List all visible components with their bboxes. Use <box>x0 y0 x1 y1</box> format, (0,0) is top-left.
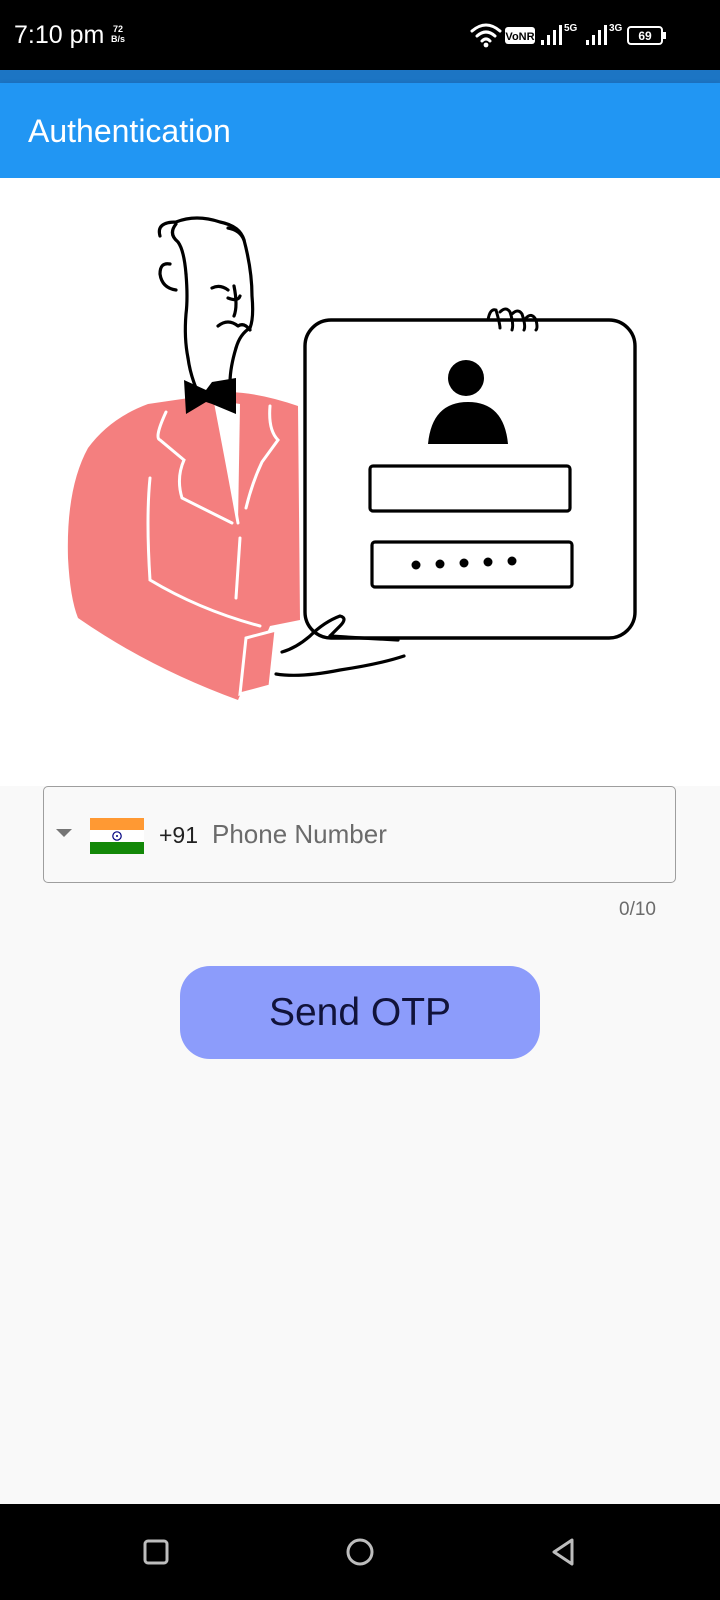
app-bar: Authentication <box>0 83 720 178</box>
country-dropdown-caret-icon[interactable] <box>56 829 72 837</box>
signal-sim1-icon <box>541 25 562 45</box>
illus-username-field <box>368 464 572 513</box>
status-strip <box>0 70 720 83</box>
wifi-icon <box>470 23 502 43</box>
navigation-bar <box>0 1504 720 1600</box>
sim2-network-type: 3G <box>609 23 623 34</box>
signal-sim2-icon <box>586 25 607 45</box>
jacket-cuff <box>238 627 278 697</box>
india-flag-icon[interactable] <box>90 818 144 854</box>
phone-number-field[interactable]: +91 <box>43 786 676 883</box>
status-time: 7:10 pm <box>14 21 105 49</box>
illus-password-field <box>370 540 574 589</box>
avatar-head <box>448 360 484 396</box>
network-speed-value: 72 <box>113 24 124 34</box>
status-icons: VoNR 5G 3G 69 <box>470 23 666 48</box>
butler-head <box>157 216 255 390</box>
network-speed-unit: B/s <box>111 34 126 44</box>
character-counter: 0/10 <box>619 899 656 920</box>
home-circle-icon[interactable] <box>340 1532 380 1572</box>
send-otp-button[interactable]: Send OTP <box>180 966 540 1059</box>
butler-login-illustration <box>67 216 637 700</box>
network-speed: 72 B/s <box>111 24 125 44</box>
phone-number-input[interactable] <box>212 813 642 855</box>
dial-code: +91 <box>159 822 199 848</box>
back-triangle-icon[interactable] <box>544 1532 584 1572</box>
sim1-network-type: 5G <box>564 23 578 34</box>
battery-level: 69 <box>638 29 652 43</box>
page-title: Authentication <box>28 113 231 149</box>
status-bar: 7:10 pm 72 B/s VoNR 5G 3G 69 <box>0 0 720 70</box>
vonr-label: VoNR <box>505 31 534 43</box>
recents-square-icon[interactable] <box>136 1532 176 1572</box>
login-illustration <box>0 178 720 786</box>
